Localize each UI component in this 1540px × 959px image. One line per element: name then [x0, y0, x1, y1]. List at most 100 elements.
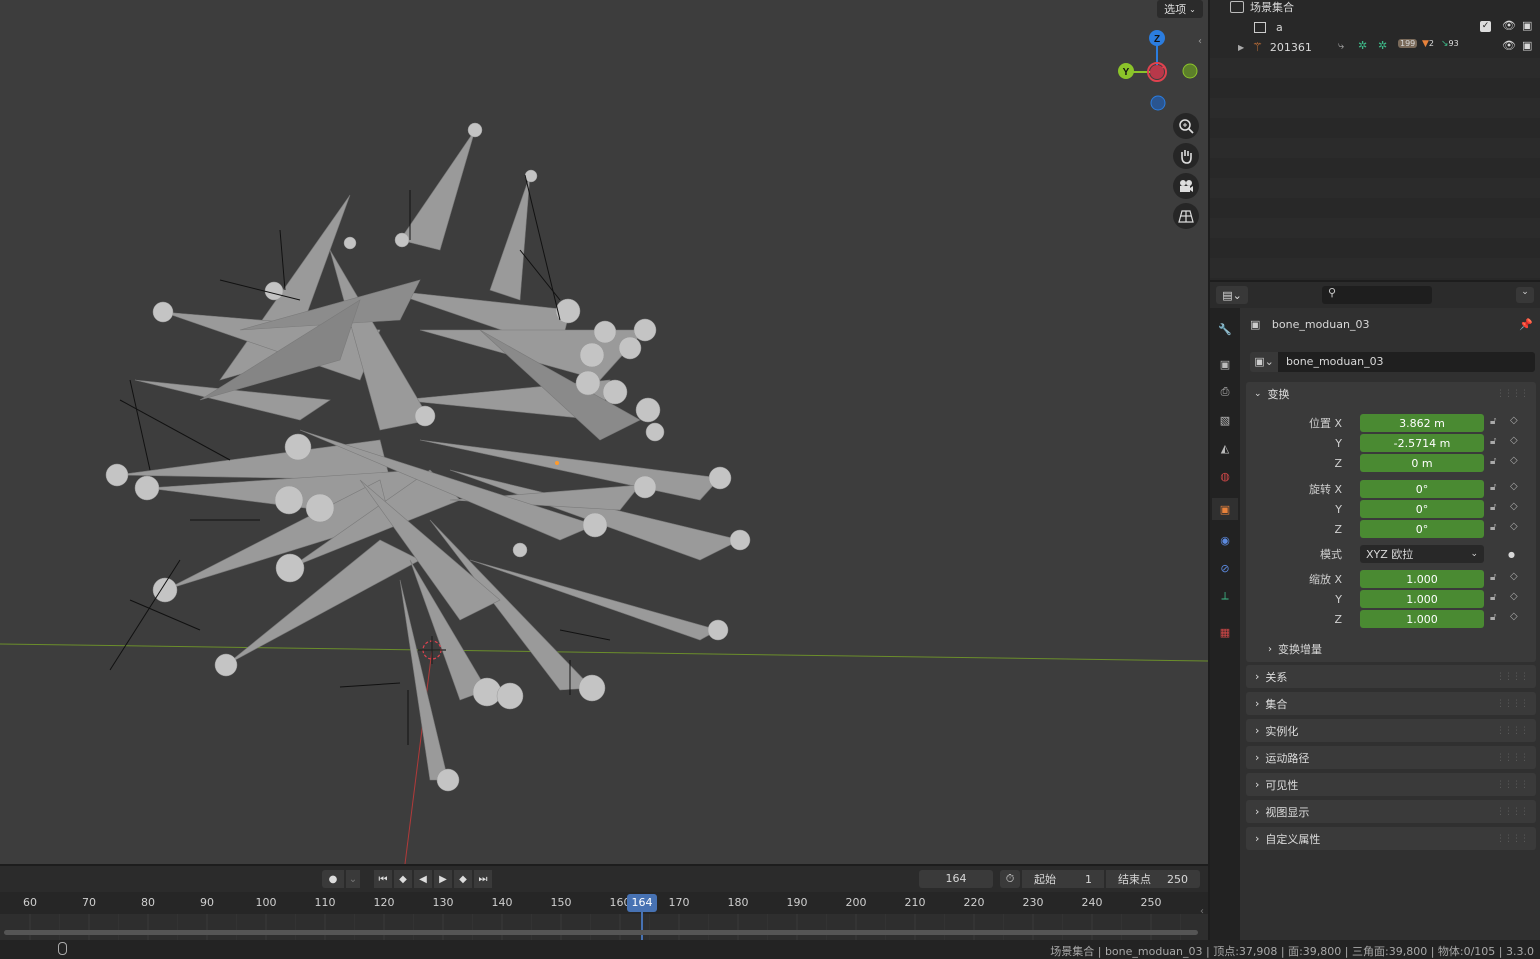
expand-arrow-icon[interactable]: ▶	[1238, 43, 1244, 52]
drag-grip-icon[interactable]: ⋮⋮⋮⋮	[1496, 726, 1529, 736]
jump-start-icon[interactable]: ⏮	[374, 870, 392, 888]
drag-grip-icon[interactable]: ⋮⋮⋮⋮	[1496, 753, 1529, 763]
output-tab-icon[interactable]: ⎙	[1214, 381, 1236, 403]
eye-icon[interactable]: 👁	[1502, 39, 1516, 52]
scene-tab-icon[interactable]: ◭	[1214, 437, 1236, 459]
datablock-name-field[interactable]: bone_moduan_03	[1278, 352, 1535, 372]
panel-visibility[interactable]: › 可见性 ⋮⋮⋮⋮	[1246, 773, 1536, 796]
rotation-y-field[interactable]: 0°	[1360, 500, 1484, 518]
world-tab-icon[interactable]: ◍	[1214, 465, 1236, 487]
search-input[interactable]: ⚲	[1322, 286, 1432, 304]
select-menu[interactable]: 选项 ⌄	[1157, 0, 1203, 18]
delta-transform-subpanel[interactable]: › 变换增量	[1268, 640, 1528, 658]
lock-icon[interactable]: 🔓︎	[1490, 522, 1496, 533]
outliner-row-collection-a[interactable]: a ✓ 👁 ▣	[1254, 17, 1534, 37]
render-tab-icon[interactable]: ▣	[1214, 353, 1236, 375]
keyframe-diamond-icon[interactable]: ◇	[1510, 415, 1518, 426]
drag-grip-icon[interactable]: ⋮⋮⋮⋮	[1496, 389, 1529, 399]
keyframe-diamond-icon[interactable]: ◇	[1510, 435, 1518, 446]
scale-x-field[interactable]: 1.000	[1360, 570, 1484, 588]
transform-header[interactable]: ⌄ 变换 ⋮⋮⋮⋮	[1246, 382, 1536, 405]
location-x-field[interactable]: 3.862 m	[1360, 414, 1484, 432]
chevron-down-icon[interactable]: ⌄	[346, 870, 360, 888]
rotation-mode-dropdown[interactable]: XYZ 欧拉 ⌄	[1360, 545, 1484, 563]
keyframe-diamond-icon[interactable]: ◇	[1510, 611, 1518, 622]
location-y-field[interactable]: -2.5714 m	[1360, 434, 1484, 452]
keyframe-diamond-icon[interactable]: ◇	[1510, 501, 1518, 512]
grid-perspective-icon[interactable]	[1173, 203, 1199, 229]
data-tab-icon[interactable]: ⟂	[1214, 585, 1236, 607]
render-camera-icon[interactable]: ▣	[1522, 39, 1532, 52]
panel-instancing[interactable]: › 实例化 ⋮⋮⋮⋮	[1246, 719, 1536, 742]
panel-relations[interactable]: › 关系 ⋮⋮⋮⋮	[1246, 665, 1536, 688]
lock-icon[interactable]: 🔓︎	[1490, 416, 1496, 427]
view-layer-tab-icon[interactable]: ▧	[1214, 409, 1236, 431]
object-type-dropdown[interactable]: ▣⌄	[1250, 352, 1278, 372]
ruler-tick-label: 60	[23, 896, 37, 909]
play-reverse-icon[interactable]: ◀	[414, 870, 432, 888]
scale-y-field[interactable]: 1.000	[1360, 590, 1484, 608]
drag-grip-icon[interactable]: ⋮⋮⋮⋮	[1496, 780, 1529, 790]
eye-icon[interactable]: 👁	[1502, 19, 1516, 32]
outliner-row-scene-collection[interactable]: 场景集合	[1230, 0, 1294, 17]
next-keyframe-icon[interactable]: ◆	[454, 870, 472, 888]
lock-icon[interactable]: 🔓︎	[1490, 612, 1496, 623]
object-tab-icon[interactable]: ▣	[1212, 498, 1238, 520]
drag-grip-icon[interactable]: ⋮⋮⋮⋮	[1496, 672, 1529, 682]
end-frame-field[interactable]: 结束点 250	[1106, 870, 1200, 888]
play-icon[interactable]: ▶	[434, 870, 452, 888]
chevron-right-icon: ›	[1255, 697, 1260, 710]
rotation-z-field[interactable]: 0°	[1360, 520, 1484, 538]
camera-icon[interactable]	[1173, 173, 1199, 199]
pin-icon[interactable]: 📌	[1519, 318, 1533, 331]
datablock-selector[interactable]: ▣⌄ bone_moduan_03	[1250, 352, 1535, 372]
keyframe-diamond-icon[interactable]: ◇	[1510, 571, 1518, 582]
render-camera-icon[interactable]: ▣	[1522, 19, 1532, 32]
keyframe-diamond-icon[interactable]: ◇	[1510, 521, 1518, 532]
ruler-tick-label: 140	[491, 896, 513, 909]
drag-grip-icon[interactable]: ⋮⋮⋮⋮	[1496, 834, 1529, 844]
start-value: 1	[1085, 872, 1092, 886]
keyframe-diamond-icon[interactable]: ◇	[1510, 591, 1518, 602]
keyframe-diamond-icon[interactable]: ◇	[1510, 481, 1518, 492]
prev-keyframe-icon[interactable]: ◆	[394, 870, 412, 888]
jump-end-icon[interactable]: ⏭	[474, 870, 492, 888]
keyframe-diamond-icon[interactable]: ◇	[1510, 455, 1518, 466]
chevron-down-icon[interactable]: ⌄	[1516, 287, 1534, 303]
location-z-field[interactable]: 0 m	[1360, 454, 1484, 472]
scale-z-field[interactable]: 1.000	[1360, 610, 1484, 628]
lock-icon[interactable]: 🔓︎	[1490, 456, 1496, 467]
exclude-checkbox[interactable]: ✓	[1480, 21, 1491, 32]
lock-icon[interactable]: 🔓︎	[1490, 592, 1496, 603]
panel-viewport-display[interactable]: › 视图显示 ⋮⋮⋮⋮	[1246, 800, 1536, 823]
horizontal-scrollbar[interactable]	[4, 930, 1198, 935]
tool-tab-icon[interactable]: 🔧	[1214, 318, 1236, 340]
pan-hand-icon[interactable]	[1173, 143, 1199, 169]
collapse-arrow-icon[interactable]: ‹	[1200, 906, 1204, 917]
lock-icon[interactable]: 🔓︎	[1490, 436, 1496, 447]
drag-grip-icon[interactable]: ⋮⋮⋮⋮	[1496, 807, 1529, 817]
record-icon[interactable]: ●	[322, 870, 344, 888]
physics-tab-icon[interactable]: ◉	[1214, 529, 1236, 551]
rotation-x-field[interactable]: 0°	[1360, 480, 1484, 498]
dopesheet-area[interactable]	[0, 914, 1208, 940]
lock-icon[interactable]: 🔓︎	[1490, 502, 1496, 513]
drag-grip-icon[interactable]: ⋮⋮⋮⋮	[1496, 699, 1529, 709]
editor-type-dropdown[interactable]: ▤⌄	[1216, 286, 1248, 304]
lock-icon[interactable]: 🔓︎	[1490, 572, 1496, 583]
panel-custom-properties[interactable]: › 自定义属性 ⋮⋮⋮⋮	[1246, 827, 1536, 850]
navigation-gizmo[interactable]: Z Y	[1113, 28, 1203, 118]
zoom-icon[interactable]	[1173, 113, 1199, 139]
outliner-row-armature[interactable]: ▶ ⚚ 201361 ⤷ ✲ ✲ 199 ▼2 ↘93 👁 ▣	[1238, 37, 1534, 57]
start-frame-field[interactable]: 起始 1	[1022, 870, 1104, 888]
panel-collections[interactable]: › 集合 ⋮⋮⋮⋮	[1246, 692, 1536, 715]
current-frame-field[interactable]: 164	[919, 870, 993, 888]
lock-icon[interactable]: 🔓︎	[1490, 482, 1496, 493]
object-name: bone_moduan_03	[1271, 318, 1370, 331]
panel-motion-paths[interactable]: › 运动路径 ⋮⋮⋮⋮	[1246, 746, 1536, 769]
texture-tab-icon[interactable]: ▦	[1214, 621, 1236, 643]
3d-viewport[interactable]: 选项 ⌄ ‹ Z Y	[0, 0, 1208, 864]
playhead-marker[interactable]: 164	[627, 894, 657, 912]
stopwatch-icon[interactable]: ⏱	[1000, 870, 1020, 888]
constraints-tab-icon[interactable]: ⊘	[1214, 557, 1236, 579]
